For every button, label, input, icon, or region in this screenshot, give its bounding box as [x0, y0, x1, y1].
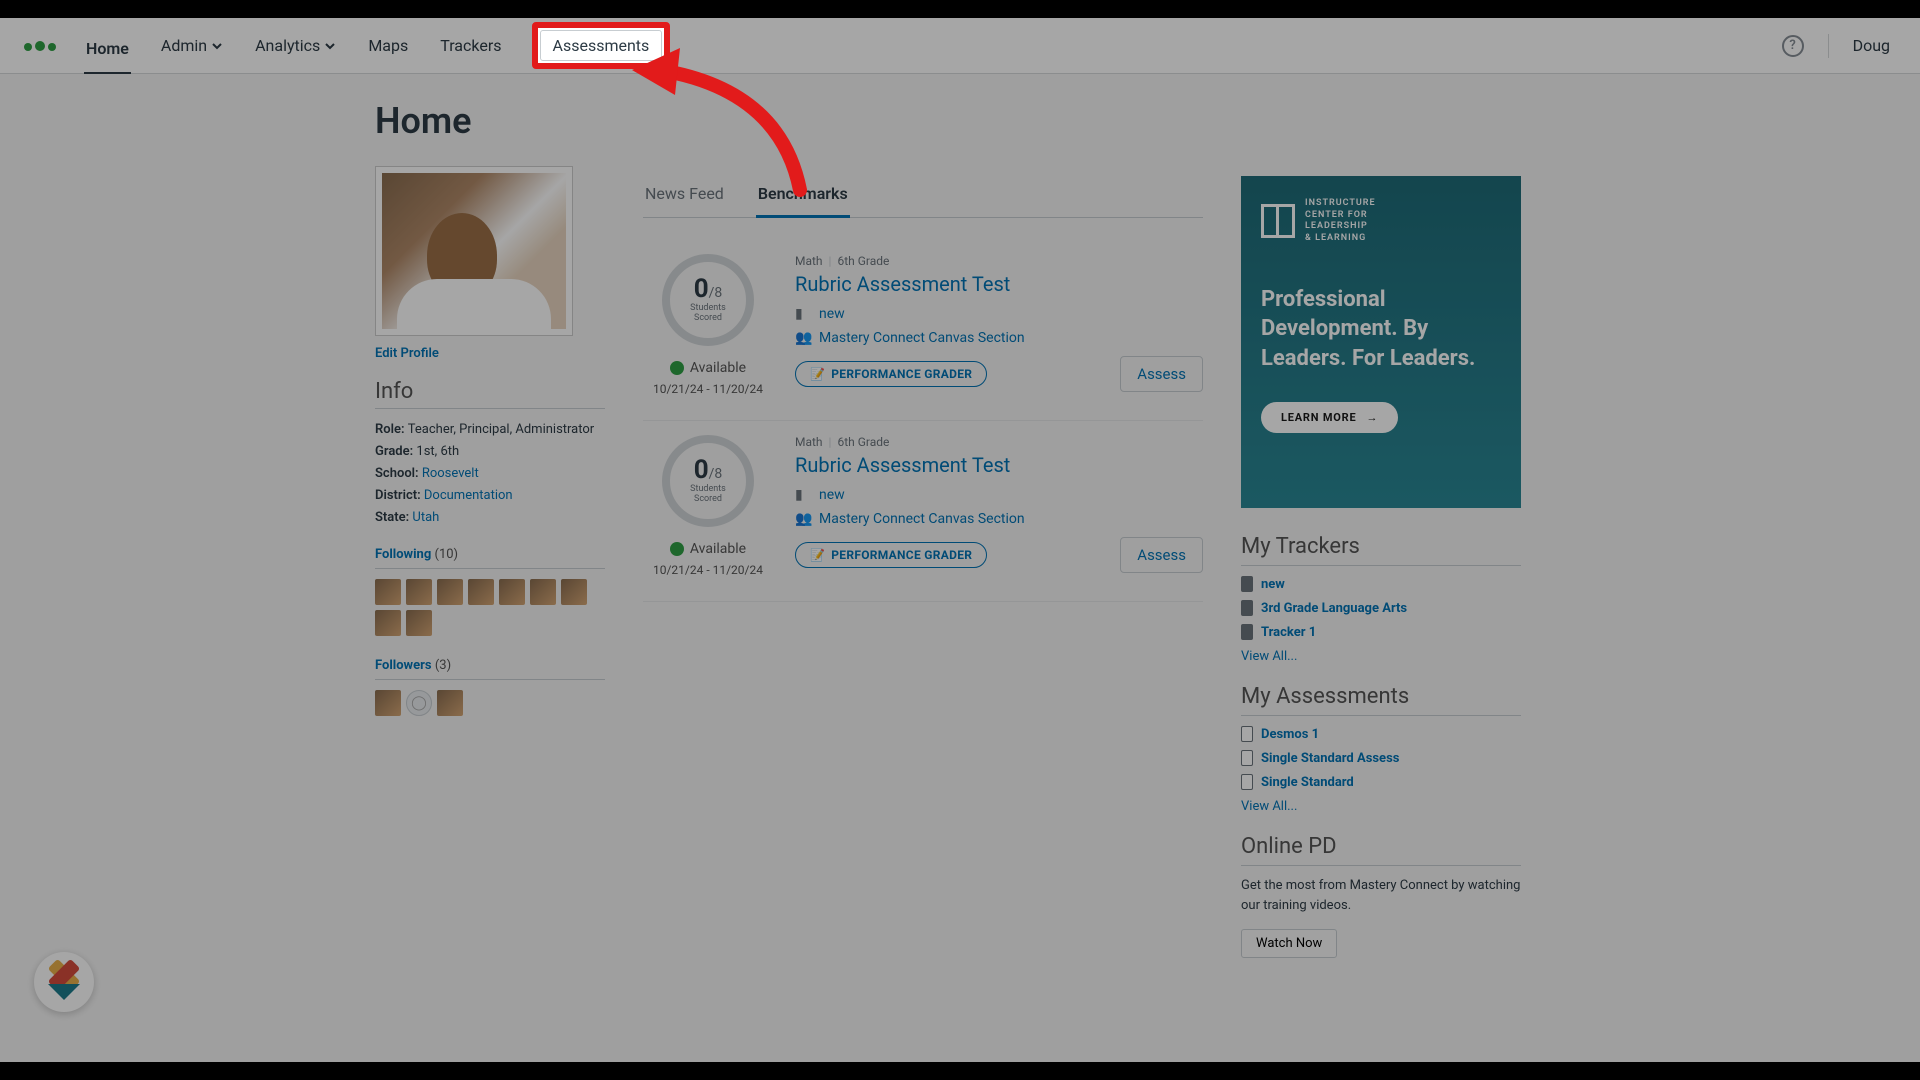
performance-grader-button[interactable]: 📝PERFORMANCE GRADER: [795, 542, 987, 568]
benchmark-card: 0/8 Students Scored Available 10/21/24 -…: [643, 421, 1203, 602]
pd-description: Get the most from Mastery Connect by wat…: [1241, 876, 1521, 915]
avatar[interactable]: ◯: [406, 690, 432, 716]
my-assessments-heading: My Assessments: [1241, 684, 1521, 716]
tracker-link[interactable]: Tracker 1: [1241, 624, 1521, 640]
performance-grader-button[interactable]: 📝PERFORMANCE GRADER: [795, 361, 987, 387]
profile-photo: [375, 166, 573, 336]
date-range: 10/21/24 - 11/20/24: [653, 382, 763, 396]
assessment-title-link[interactable]: Rubric Assessment Test: [795, 453, 1203, 477]
assessments-view-all-link[interactable]: View All...: [1241, 799, 1297, 814]
avatar[interactable]: [499, 579, 525, 605]
nav-item-admin[interactable]: Admin: [159, 32, 225, 59]
tracker-icon: ▮: [795, 306, 811, 322]
promo-logo-text: INSTRUCTURE CENTER FOR LEADERSHIP & LEAR…: [1305, 198, 1376, 245]
avatar[interactable]: [375, 610, 401, 636]
info-link[interactable]: Utah: [412, 510, 439, 525]
people-icon: 👥: [795, 330, 811, 346]
score-ring: 0/8 Students Scored: [662, 254, 754, 346]
avatar[interactable]: [468, 579, 494, 605]
promo-banner: INSTRUCTURE CENTER FOR LEADERSHIP & LEAR…: [1241, 176, 1521, 508]
promo-logo-icon: [1261, 204, 1295, 238]
availability-status: Available: [670, 360, 746, 376]
help-icon[interactable]: ?: [1782, 35, 1804, 57]
page-title: Home: [375, 100, 605, 142]
benchmark-card: 0/8 Students Scored Available 10/21/24 -…: [643, 240, 1203, 421]
card-breadcrumb: Math|6th Grade: [795, 254, 1203, 268]
grader-icon: 📝: [810, 367, 825, 381]
following-count: (10): [435, 547, 459, 562]
promo-cta-label: LEARN MORE: [1281, 411, 1357, 424]
nav-item-maps[interactable]: Maps: [366, 32, 410, 59]
section-link[interactable]: 👥Mastery Connect Canvas Section: [795, 511, 1203, 527]
edit-profile-link[interactable]: Edit Profile: [375, 346, 439, 361]
assessment-link[interactable]: Single Standard Assess: [1241, 750, 1521, 766]
score-ring: 0/8 Students Scored: [662, 435, 754, 527]
section-link[interactable]: 👥Mastery Connect Canvas Section: [795, 330, 1203, 346]
tracker-icon: ▮: [795, 487, 811, 503]
tracker-link[interactable]: new: [1241, 576, 1521, 592]
status-dot-icon: [670, 361, 684, 375]
info-row: School: Roosevelt: [375, 463, 605, 485]
info-row: Role: Teacher, Principal, Administrator: [375, 419, 605, 441]
avatar[interactable]: [437, 690, 463, 716]
online-pd-heading: Online PD: [1241, 834, 1521, 866]
tracker-icon: [1241, 576, 1253, 592]
watch-now-button[interactable]: Watch Now: [1241, 929, 1337, 958]
info-row: Grade: 1st, 6th: [375, 441, 605, 463]
arrow-right-icon: →: [1367, 411, 1379, 424]
avatar[interactable]: [406, 579, 432, 605]
info-row: District: Documentation: [375, 485, 605, 507]
my-trackers-heading: My Trackers: [1241, 534, 1521, 566]
card-breadcrumb: Math|6th Grade: [795, 435, 1203, 449]
chevron-down-icon: [211, 40, 223, 52]
tracker-link[interactable]: ▮new: [795, 306, 1203, 322]
status-dot-icon: [670, 542, 684, 556]
logo-icon[interactable]: [24, 41, 56, 51]
document-icon: [1241, 726, 1253, 742]
annotation-arrow-icon: [620, 40, 840, 220]
following-link[interactable]: Following: [375, 547, 431, 562]
promo-headline: Professional Development. By Leaders. Fo…: [1261, 285, 1501, 374]
followers-count: (3): [435, 658, 451, 673]
avatar[interactable]: [561, 579, 587, 605]
followers-link[interactable]: Followers: [375, 658, 432, 673]
tracker-icon: [1241, 624, 1253, 640]
avatar[interactable]: [530, 579, 556, 605]
info-row: State: Utah: [375, 507, 605, 529]
nav-item-trackers[interactable]: Trackers: [438, 32, 503, 59]
tracker-link[interactable]: ▮new: [795, 487, 1203, 503]
people-icon: 👥: [795, 511, 811, 527]
document-icon: [1241, 774, 1253, 790]
avatar[interactable]: [406, 610, 432, 636]
nav-item-home[interactable]: Home: [84, 35, 131, 74]
avatar[interactable]: [437, 579, 463, 605]
assess-button[interactable]: Assess: [1120, 537, 1203, 573]
nav-item-analytics[interactable]: Analytics: [253, 32, 338, 59]
chevron-down-icon: [324, 40, 336, 52]
assess-button[interactable]: Assess: [1120, 356, 1203, 392]
trackers-view-all-link[interactable]: View All...: [1241, 649, 1297, 664]
grader-icon: 📝: [810, 548, 825, 562]
date-range: 10/21/24 - 11/20/24: [653, 563, 763, 577]
avatar[interactable]: [375, 690, 401, 716]
promo-cta-button[interactable]: LEARN MORE →: [1261, 402, 1398, 433]
assessment-title-link[interactable]: Rubric Assessment Test: [795, 272, 1203, 296]
help-fab[interactable]: [34, 952, 94, 1012]
tracker-icon: [1241, 600, 1253, 616]
info-link[interactable]: Roosevelt: [422, 466, 479, 481]
document-icon: [1241, 750, 1253, 766]
assessment-link[interactable]: Single Standard: [1241, 774, 1521, 790]
user-name: Doug: [1853, 36, 1890, 55]
info-link[interactable]: Documentation: [424, 488, 513, 503]
assessment-link[interactable]: Desmos 1: [1241, 726, 1521, 742]
top-nav: HomeAdminAnalyticsMapsTrackersAssessment…: [0, 18, 1920, 74]
user-menu[interactable]: Doug: [1853, 36, 1896, 55]
availability-status: Available: [670, 541, 746, 557]
avatar[interactable]: [375, 579, 401, 605]
tracker-link[interactable]: 3rd Grade Language Arts: [1241, 600, 1521, 616]
info-heading: Info: [375, 379, 605, 409]
